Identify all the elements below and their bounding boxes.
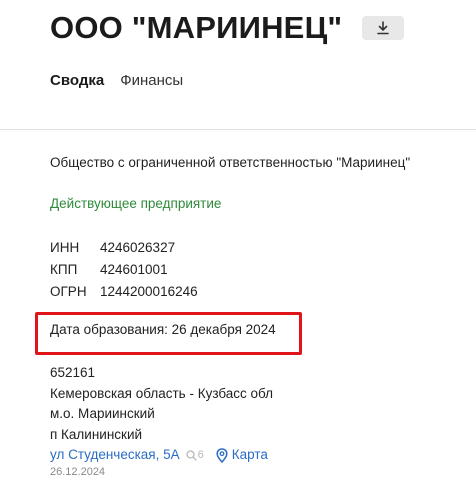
- divider: [0, 129, 476, 130]
- ogrn-value: 1244200016246: [100, 284, 198, 299]
- status-badge: Действующее предприятие: [50, 196, 222, 211]
- postal-code: 652161: [50, 365, 96, 380]
- company-full-name: Общество с ограниченной ответственностью…: [50, 155, 411, 170]
- tabs: Сводка Финансы: [50, 72, 183, 89]
- download-button[interactable]: [362, 16, 405, 40]
- inn-value: 4246026327: [100, 240, 176, 255]
- inn-row: ИНН 4246026327: [50, 237, 198, 259]
- map-label: Карта: [231, 447, 268, 462]
- address-date: 26.12.2024: [50, 466, 106, 478]
- company-codes: ИНН 4246026327 КПП 424601001 ОГРН 124420…: [50, 237, 198, 303]
- tab-summary[interactable]: Сводка: [50, 72, 104, 89]
- page-title: ООО "МАРИИНЕЦ": [50, 10, 343, 45]
- tab-finance[interactable]: Финансы: [120, 72, 183, 89]
- address-block: 652161 Кемеровская область - Кузбасс обл…: [50, 363, 273, 466]
- header: ООО "МАРИИНЕЦ": [50, 10, 405, 46]
- kpp-row: КПП 424601001: [50, 259, 198, 281]
- map-pin-icon: [216, 447, 228, 463]
- address-search[interactable]: 6: [185, 445, 204, 466]
- address-settlement: п Калининский: [50, 426, 143, 442]
- ogrn-label: ОГРН: [50, 284, 87, 299]
- ogrn-row: ОГРН 1244200016246: [50, 281, 198, 303]
- address-region: Кемеровская область - Кузбасс обл: [50, 385, 274, 401]
- founding-date: Дата образования: 26 декабря 2024: [50, 322, 276, 337]
- inn-label: ИНН: [50, 240, 80, 255]
- address-district: м.о. Мариинский: [50, 406, 155, 421]
- search-count: 6: [197, 449, 204, 461]
- kpp-label: КПП: [50, 262, 78, 277]
- map-link[interactable]: Карта: [216, 445, 268, 466]
- kpp-value: 424601001: [100, 262, 168, 277]
- address-links: ул Студенческая, 5А 6 Карта: [50, 445, 273, 466]
- street-link[interactable]: ул Студенческая, 5А: [50, 445, 180, 466]
- search-icon: [185, 450, 197, 461]
- download-icon: [377, 21, 390, 35]
